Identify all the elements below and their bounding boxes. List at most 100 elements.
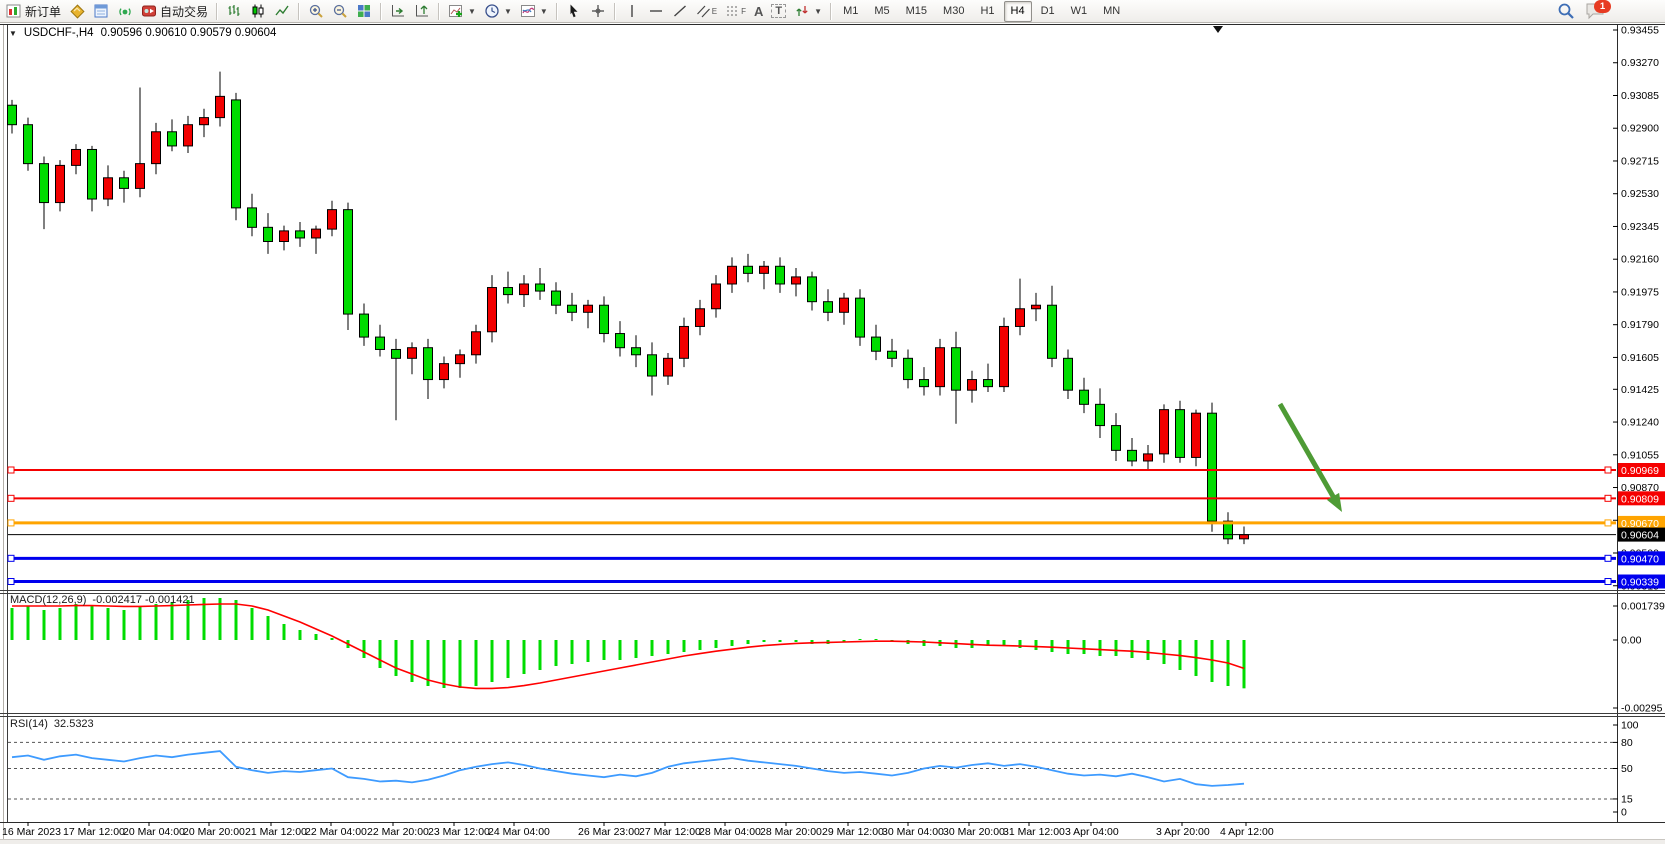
line-handle[interactable] <box>8 579 14 585</box>
timeframe-button-d1[interactable]: D1 <box>1034 1 1062 22</box>
line-handle[interactable] <box>1605 555 1611 561</box>
search-icon[interactable] <box>1557 2 1575 20</box>
timeframe-button-m5[interactable]: M5 <box>867 1 896 22</box>
chart-candles-button[interactable] <box>246 0 270 22</box>
timeframe-button-m1[interactable]: M1 <box>836 1 865 22</box>
text-label-tool[interactable]: T <box>767 0 790 22</box>
zoom-out-button[interactable] <box>328 0 352 22</box>
price-tick-label: 0.93085 <box>1621 90 1659 102</box>
price-label-text: 0.90969 <box>1621 465 1659 477</box>
line-handle[interactable] <box>8 467 14 473</box>
chart-shift-button[interactable] <box>410 0 434 22</box>
rsi-scale-label: 80 <box>1621 737 1633 749</box>
line-handle[interactable] <box>1605 579 1611 585</box>
new-order-button[interactable]: 新订单 <box>2 0 65 22</box>
candle <box>808 277 817 302</box>
candle <box>776 266 785 284</box>
cursor-button[interactable] <box>562 0 586 22</box>
candle <box>8 105 17 124</box>
candle <box>424 348 433 380</box>
chart-canvas[interactable]: 0.934550.932700.930850.929000.927150.925… <box>0 24 1665 840</box>
candle <box>1000 326 1009 386</box>
timeframe-button-w1[interactable]: W1 <box>1064 1 1095 22</box>
text-tool[interactable]: A <box>750 0 767 22</box>
timeframe-button-mn[interactable]: MN <box>1096 1 1127 22</box>
horizontal-line-icon <box>648 3 664 19</box>
arrow-annotation[interactable] <box>1280 404 1335 500</box>
notifications-button[interactable]: 1 <box>1585 2 1607 20</box>
candle <box>328 210 337 229</box>
line-handle[interactable] <box>1605 520 1611 526</box>
line-chart-icon <box>274 3 290 19</box>
candle <box>664 358 673 376</box>
channel-letter: E <box>712 7 717 16</box>
toolbar-separator <box>298 3 300 20</box>
price-tick-label: 0.91975 <box>1621 286 1659 298</box>
timeframe-button-h4[interactable]: H4 <box>1004 1 1032 22</box>
chart-shift-icon <box>414 3 430 19</box>
line-handle[interactable] <box>1605 467 1611 473</box>
channel-tool[interactable]: E <box>692 0 721 22</box>
chart-shift-marker[interactable] <box>1213 26 1223 33</box>
time-tick-label: 3 Apr 20:00 <box>1156 826 1210 838</box>
chart-line-button[interactable] <box>270 0 294 22</box>
chart-menu-caret-icon[interactable]: ▼ <box>9 29 17 38</box>
arrow-annotation-head[interactable] <box>1327 493 1342 512</box>
candle <box>1016 309 1025 327</box>
chart-ohlc-values: 0.90596 0.90610 0.90579 0.90604 <box>101 27 277 39</box>
trendline-tool[interactable] <box>668 0 692 22</box>
candlestick-chart-icon <box>250 3 266 19</box>
chart-bars-button[interactable] <box>222 0 246 22</box>
price-tick-label: 0.91605 <box>1621 352 1659 364</box>
navigator-button[interactable] <box>113 0 137 22</box>
arrows-tool[interactable]: ▼ <box>790 0 826 22</box>
zoom-in-button[interactable] <box>304 0 328 22</box>
candle <box>744 266 753 273</box>
candle <box>1176 410 1185 458</box>
line-handle[interactable] <box>8 495 14 501</box>
rsi-name: RSI(14) <box>10 718 48 730</box>
candle <box>248 208 257 227</box>
candle <box>472 332 481 355</box>
line-handle[interactable] <box>1605 495 1611 501</box>
auto-scroll-button[interactable] <box>386 0 410 22</box>
price-tick-label: 0.93270 <box>1621 57 1659 69</box>
vertical-line-tool[interactable] <box>620 0 644 22</box>
tile-windows-icon <box>356 3 372 19</box>
line-handle[interactable] <box>8 555 14 561</box>
rsi-value: 32.5323 <box>54 718 94 730</box>
toolbar-separator <box>216 3 218 20</box>
candle <box>392 349 401 358</box>
horizontal-line-tool[interactable] <box>644 0 668 22</box>
autotrading-button[interactable]: 自动交易 <box>137 0 212 22</box>
crosshair-button[interactable] <box>586 0 610 22</box>
timeframe-button-m30[interactable]: M30 <box>936 1 971 22</box>
line-handle[interactable] <box>8 520 14 526</box>
time-tick-label: 22 Mar 20:00 <box>367 826 429 838</box>
candle <box>1048 305 1057 358</box>
dropdown-caret-icon: ▼ <box>504 7 512 16</box>
macd-values: -0.002417 -0.001421 <box>92 594 194 606</box>
candle <box>360 314 369 337</box>
macd-indicator-label: MACD(12,26,9) -0.002417 -0.001421 <box>10 594 195 606</box>
candle <box>824 302 833 313</box>
templates-button[interactable]: ▼ <box>516 0 552 22</box>
timeframe-button-m15[interactable]: M15 <box>899 1 934 22</box>
indicators-button[interactable]: ▼ <box>444 0 480 22</box>
candle <box>456 355 465 364</box>
candle <box>1208 413 1217 521</box>
candle <box>24 125 33 164</box>
tile-windows-button[interactable] <box>352 0 376 22</box>
rsi-scale-label: 0 <box>1621 807 1627 819</box>
candle <box>872 337 881 351</box>
candle <box>696 309 705 327</box>
timeframe-button-h1[interactable]: H1 <box>973 1 1001 22</box>
candle <box>968 380 977 391</box>
periods-button[interactable]: ▼ <box>480 0 516 22</box>
price-label-text: 0.90339 <box>1621 577 1659 589</box>
data-window-button[interactable] <box>89 0 113 22</box>
candle <box>1064 358 1073 390</box>
new-order-icon <box>6 3 22 19</box>
fibonacci-tool[interactable]: F <box>721 0 750 22</box>
market-watch-button[interactable] <box>65 0 89 22</box>
